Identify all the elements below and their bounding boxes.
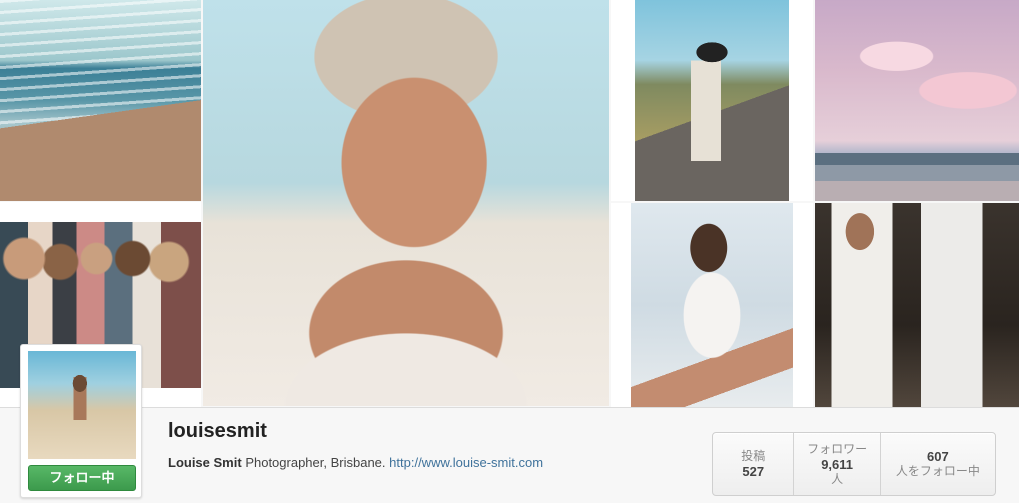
photo-turban-portrait-image xyxy=(203,0,609,406)
stat-posts[interactable]: 投稿 527 xyxy=(713,433,795,495)
avatar[interactable] xyxy=(28,351,136,459)
follow-button[interactable]: フォロー中 xyxy=(28,465,136,491)
stat-posts-value: 527 xyxy=(742,464,765,479)
photo-pink-sunset-image xyxy=(815,0,1019,201)
avatar-card: フォロー中 xyxy=(20,344,142,498)
stat-following-label: 人をフォロー中 xyxy=(895,464,980,478)
stat-following-value: 607 xyxy=(927,449,949,464)
photo-camera-woman-image xyxy=(815,203,1019,407)
photo-sitting-beach-image xyxy=(631,203,793,407)
stat-followers-value: 9,611 xyxy=(821,456,854,472)
profile-page: フォロー中 louisesmit Louise Smit Photographe… xyxy=(0,0,1019,503)
photo-sitting-beach[interactable] xyxy=(611,203,813,407)
photo-beach-waves-image xyxy=(0,0,201,201)
photo-pink-sunset[interactable] xyxy=(815,0,1019,201)
photo-camera-woman[interactable] xyxy=(815,203,1019,407)
follow-button-label: フォロー中 xyxy=(49,470,115,485)
stats-box: 投稿 527 フォロワー 9,611 人 607 人をフォロー中 xyxy=(712,432,996,496)
bio-text: Photographer, Brisbane. xyxy=(245,455,386,470)
username: louisesmit xyxy=(168,420,267,442)
photo-road-hat[interactable] xyxy=(611,0,813,201)
full-name: Louise Smit xyxy=(168,455,242,470)
stat-followers-suffix: 人 xyxy=(831,471,844,486)
website-link[interactable]: http://www.louise-smit.com xyxy=(389,455,543,470)
bio: Louise Smit Photographer, Brisbane. http… xyxy=(168,455,543,470)
stat-followers-label: フォロワー xyxy=(807,441,868,456)
photo-turban-portrait[interactable] xyxy=(203,0,609,406)
photo-road-hat-image xyxy=(635,0,789,201)
stat-followers[interactable]: フォロワー 9,611 人 xyxy=(794,433,881,495)
stat-posts-label: 投稿 xyxy=(741,449,766,463)
photo-beach-waves[interactable] xyxy=(0,0,201,201)
stat-following[interactable]: 607 人をフォロー中 xyxy=(881,433,995,495)
